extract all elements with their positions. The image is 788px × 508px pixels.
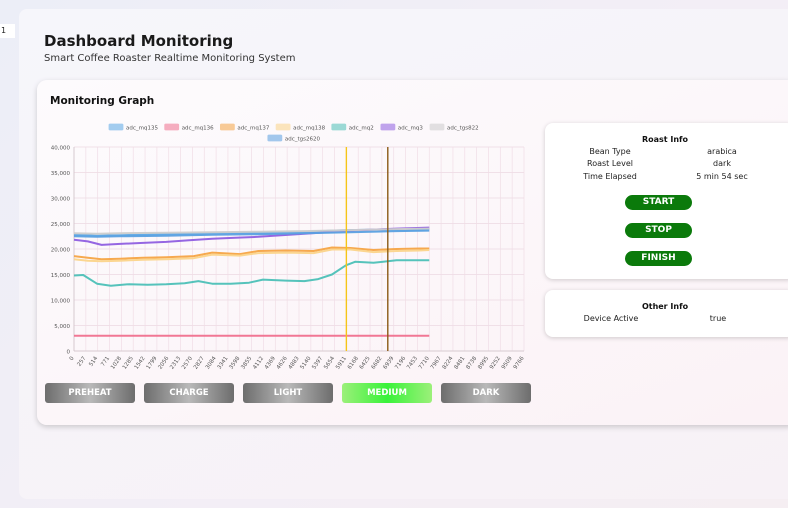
legend-swatch-adc_mq136 (164, 123, 180, 131)
legend-label-adc_mq138: adc_mq138 (293, 126, 325, 132)
x-tick-label: 9252 (489, 356, 502, 371)
roast-info-card: Roast Info Bean Type arabica Roast Level… (545, 123, 788, 279)
x-tick-label: 2056 (157, 355, 170, 370)
other-info-title: Other Info (641, 302, 689, 311)
legend-label-adc_tgs2620: adc_tgs2620 (285, 137, 321, 143)
x-tick-label: 8738 (465, 355, 478, 370)
bean-type-value: arabica (707, 147, 737, 156)
x-tick-label: 3855 (240, 355, 253, 370)
other-info-card: Other Info Device Active true (545, 290, 788, 337)
page-title: Dashboard Monitoring (44, 32, 234, 50)
x-tick-label: 771 (100, 356, 111, 368)
x-tick-label: 9766 (513, 355, 526, 370)
legend-label-adc_mq136: adc_mq136 (182, 126, 214, 132)
time-elapsed-label: Time Elapsed (583, 172, 637, 181)
y-tick-label: 5,000 (54, 324, 70, 330)
y-tick-label: 15,000 (51, 273, 71, 279)
graph-title: Monitoring Graph (50, 95, 155, 107)
x-tick-label: 6168 (347, 355, 360, 370)
x-tick-label: 8224 (442, 355, 455, 370)
y-tick-label: 30,000 (51, 197, 71, 203)
y-tick-label: 25,000 (51, 222, 71, 228)
dark-button[interactable]: DARK (441, 383, 531, 403)
x-tick-label: 3341 (217, 356, 230, 371)
sidebar-tab[interactable]: 1 (0, 24, 15, 38)
x-tick-label: 9509 (501, 355, 514, 370)
legend-swatch-adc_mq137 (219, 123, 235, 131)
x-tick-label: 1285 (122, 355, 135, 370)
roast-info-title: Roast Info (641, 135, 689, 144)
x-tick-label: 8481 (453, 356, 466, 371)
x-tick-label: 8995 (477, 355, 490, 370)
x-tick-label: 6682 (371, 356, 384, 371)
x-tick-label: 1028 (110, 355, 123, 370)
x-tick-label: 4112 (252, 356, 265, 371)
roast-level-value: dark (713, 159, 731, 168)
x-tick-label: 5911 (335, 356, 348, 371)
x-tick-label: 7967 (430, 355, 443, 370)
x-tick-label: 514 (88, 355, 99, 367)
x-tick-label: 4883 (288, 355, 301, 370)
x-tick-label: 2570 (181, 355, 194, 370)
medium-button[interactable]: MEDIUM (342, 383, 432, 403)
bean-type-label: Bean Type (589, 147, 631, 156)
legend-label-adc_mq3: adc_mq3 (398, 126, 423, 132)
x-tick-label: 6425 (359, 355, 372, 370)
legend-label-adc_tgs822: adc_tgs822 (447, 126, 479, 132)
x-tick-label: 4626 (276, 355, 289, 370)
legend-swatch-adc_tgs822 (429, 123, 445, 131)
x-tick-label: 3084 (205, 355, 218, 370)
x-tick-label: 6939 (382, 355, 395, 370)
x-tick-label: 7196 (394, 355, 407, 370)
page-subtitle: Smart Coffee Roaster Realtime Monitoring… (44, 53, 296, 64)
x-tick-label: 2313 (169, 355, 182, 370)
x-tick-label: 5140 (300, 355, 313, 370)
y-tick-label: 10,000 (51, 299, 71, 305)
roast-level-label: Roast Level (587, 159, 633, 168)
x-tick-label: 0 (69, 355, 76, 362)
stop-button[interactable]: STOP (625, 223, 692, 238)
finish-button[interactable]: FINISH (625, 251, 692, 266)
y-tick-label: 0 (67, 350, 71, 356)
legend-swatch-adc_mq135 (108, 123, 124, 131)
x-tick-label: 3598 (228, 355, 241, 370)
x-tick-label: 5654 (323, 355, 336, 370)
start-button[interactable]: START (625, 195, 692, 210)
legend-swatch-adc_mq138 (275, 123, 291, 131)
x-tick-label: 257 (77, 355, 88, 367)
x-tick-label: 1799 (146, 355, 159, 370)
light-button[interactable]: LIGHT (243, 383, 333, 403)
y-tick-label: 20,000 (51, 248, 71, 254)
legend-label-adc_mq2: adc_mq2 (349, 126, 374, 132)
x-tick-label: 1542 (134, 356, 147, 371)
x-tick-label: 5397 (311, 355, 324, 370)
x-tick-label: 2827 (193, 355, 206, 370)
legend-label-adc_mq137: adc_mq137 (237, 126, 269, 132)
legend-swatch-adc_tgs2620 (267, 134, 283, 142)
legend-swatch-adc_mq2 (331, 123, 347, 131)
x-tick-label: 7453 (406, 355, 419, 370)
time-elapsed-value: 5 min 54 sec (696, 172, 748, 181)
x-tick-label: 7710 (418, 355, 431, 370)
legend-label-adc_mq135: adc_mq135 (126, 126, 158, 132)
monitoring-chart: 0 5,000 10,000 15,000 20,000 25,000 30,000 35,0… (51, 123, 526, 371)
legend-swatch-adc_mq3 (380, 123, 396, 131)
preheat-button[interactable]: PREHEAT (45, 383, 135, 403)
x-tick-label: 4369 (264, 355, 277, 370)
y-tick-label: 40,000 (51, 146, 71, 152)
device-active-value: true (709, 314, 727, 323)
charge-button[interactable]: CHARGE (144, 383, 234, 403)
y-tick-label: 35,000 (51, 171, 71, 177)
